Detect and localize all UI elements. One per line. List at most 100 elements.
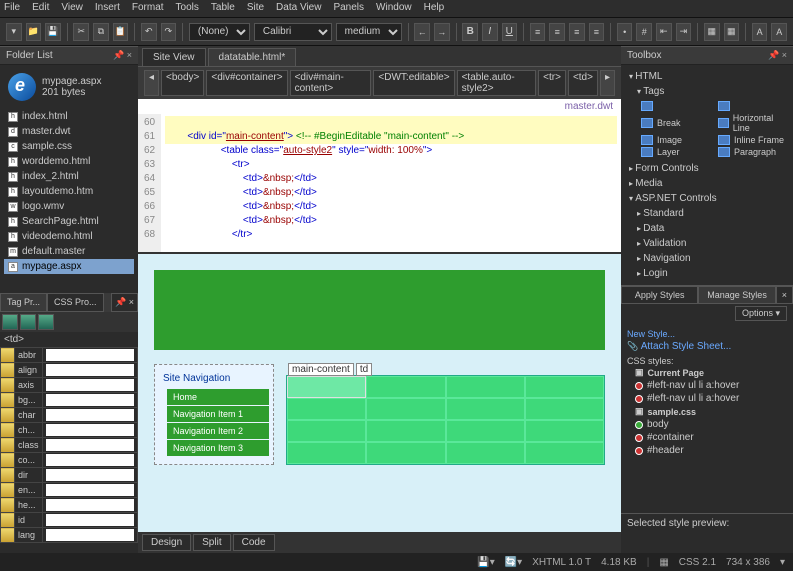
status-icon[interactable]: ▦ (659, 557, 668, 568)
file-item[interactable]: wlogo.wmv (4, 199, 134, 214)
section-sample-css[interactable]: sample.css (627, 405, 787, 418)
table-cell[interactable] (366, 442, 445, 464)
css-rule[interactable]: body (627, 418, 787, 431)
refresh-icon[interactable]: 🔄▾ (505, 557, 522, 568)
design-view[interactable]: Site Navigation HomeNavigation Item 1Nav… (138, 254, 621, 532)
save-icon[interactable]: 💾▾ (477, 557, 494, 568)
table-cell[interactable] (287, 398, 366, 420)
file-item[interactable]: dmaster.dwt (4, 124, 134, 139)
css-rule[interactable]: #left-nav ul li a:hover (627, 379, 787, 392)
toolbox-item[interactable]: Horizontal Line (718, 113, 785, 133)
table-cell[interactable] (287, 442, 366, 464)
options-button[interactable]: Options ▾ (735, 306, 787, 321)
view-code-button[interactable]: Code (233, 534, 275, 551)
tab-apply-styles[interactable]: Apply Styles (621, 286, 698, 304)
pin-icon[interactable]: 📌 × (113, 50, 132, 61)
file-item[interactable]: amypage.aspx (4, 259, 134, 274)
data-table[interactable] (286, 375, 605, 465)
toolbox-cat-data[interactable]: Data (637, 221, 785, 236)
justify-button[interactable]: ≡ (589, 23, 605, 41)
back-button[interactable]: ← (414, 23, 430, 41)
css-rule[interactable]: #left-nav ul li a:hover (627, 392, 787, 405)
menu-edit[interactable]: Edit (32, 2, 49, 15)
prop-input[interactable] (46, 469, 134, 481)
breadcrumb-prev[interactable]: ◂ (144, 70, 159, 96)
prop-input[interactable] (46, 409, 134, 421)
toolbox-cat-media[interactable]: Media (629, 176, 785, 191)
table-cell[interactable] (366, 420, 445, 442)
css-rule[interactable]: #container (627, 431, 787, 444)
menu-format[interactable]: Format (132, 2, 164, 15)
toolbox-cat-standard[interactable]: Standard (637, 206, 785, 221)
tab-document[interactable]: datatable.html* (208, 48, 297, 66)
page-header-region[interactable] (154, 270, 605, 350)
table-cell[interactable] (525, 420, 604, 442)
copy-button[interactable]: ⧉ (93, 23, 109, 41)
bullets-button[interactable]: • (617, 23, 633, 41)
crumb-table[interactable]: <table.auto-style2> (457, 70, 537, 96)
toolbox-item[interactable]: Paragraph (718, 147, 785, 157)
open-button[interactable]: 📁 (26, 23, 42, 41)
file-item[interactable]: hindex.html (4, 109, 134, 124)
toolbox-item[interactable] (718, 101, 785, 111)
outdent-button[interactable]: ⇤ (656, 23, 672, 41)
menu-view[interactable]: View (61, 2, 83, 15)
table-cell[interactable] (446, 442, 525, 464)
crumb-td[interactable]: <td> (568, 70, 598, 96)
menu-help[interactable]: Help (424, 2, 445, 15)
crumb-editable[interactable]: <DWT:editable> (373, 70, 454, 96)
tab-css-properties[interactable]: CSS Pro... (47, 293, 104, 312)
file-item[interactable]: hlayoutdemo.htm (4, 184, 134, 199)
breadcrumb-next[interactable]: ▸ (600, 70, 615, 96)
filter-button[interactable] (38, 314, 54, 330)
nav-item[interactable]: Navigation Item 1 (167, 406, 269, 422)
tab-site-view[interactable]: Site View (142, 48, 206, 66)
cut-button[interactable]: ✂ (73, 23, 89, 41)
file-item[interactable]: hindex_2.html (4, 169, 134, 184)
italic-button[interactable]: I (482, 23, 498, 41)
table-cell[interactable] (366, 376, 445, 398)
prop-input[interactable] (46, 529, 134, 541)
css-rule[interactable]: #header (627, 444, 787, 457)
file-item[interactable]: mdefault.master (4, 244, 134, 259)
crumb-body[interactable]: <body> (161, 70, 204, 96)
sort-cat-button[interactable] (20, 314, 36, 330)
font-family-select[interactable]: Calibri (254, 23, 332, 41)
file-item[interactable]: hSearchPage.html (4, 214, 134, 229)
undo-button[interactable]: ↶ (141, 23, 157, 41)
menu-table[interactable]: Table (211, 2, 235, 15)
toolbox-cat-aspnet[interactable]: ASP.NET Controls (629, 191, 785, 206)
table-cell[interactable] (287, 420, 366, 442)
table-cell[interactable] (525, 442, 604, 464)
property-grid[interactable]: abbralignaxisbg...charch...classco...dir… (0, 347, 138, 543)
prop-input[interactable] (46, 379, 134, 391)
prop-input[interactable] (46, 514, 134, 526)
font-size-select[interactable]: medium (336, 23, 402, 41)
file-item[interactable]: hvideodemo.html (4, 229, 134, 244)
nav-item[interactable]: Navigation Item 3 (167, 440, 269, 456)
toolbox-cat-navigation[interactable]: Navigation (637, 251, 785, 266)
font-color-button[interactable]: A (752, 23, 768, 41)
view-design-button[interactable]: Design (142, 534, 191, 551)
table-cell[interactable] (366, 398, 445, 420)
prop-input[interactable] (46, 454, 134, 466)
toolbox-cat-form[interactable]: Form Controls (629, 161, 785, 176)
toolbox-item[interactable] (641, 101, 708, 111)
close-icon[interactable]: × (776, 286, 793, 304)
save-button[interactable]: 💾 (45, 23, 61, 41)
forward-button[interactable]: → (434, 23, 450, 41)
prop-input[interactable] (46, 424, 134, 436)
prop-input[interactable] (46, 439, 134, 451)
align-left-button[interactable]: ≡ (530, 23, 546, 41)
paste-button[interactable]: 📋 (113, 23, 129, 41)
nav-item[interactable]: Home (167, 389, 269, 405)
toolbox-item[interactable]: Break (641, 113, 708, 133)
crumb-tr[interactable]: <tr> (538, 70, 566, 96)
table-cell[interactable] (446, 398, 525, 420)
tab-manage-styles[interactable]: Manage Styles (698, 286, 775, 304)
table-cell[interactable] (525, 376, 604, 398)
menu-tools[interactable]: Tools (176, 2, 199, 15)
toolbox-cat-html[interactable]: HTML (629, 69, 785, 84)
numbering-button[interactable]: # (636, 23, 652, 41)
menu-insert[interactable]: Insert (95, 2, 120, 15)
